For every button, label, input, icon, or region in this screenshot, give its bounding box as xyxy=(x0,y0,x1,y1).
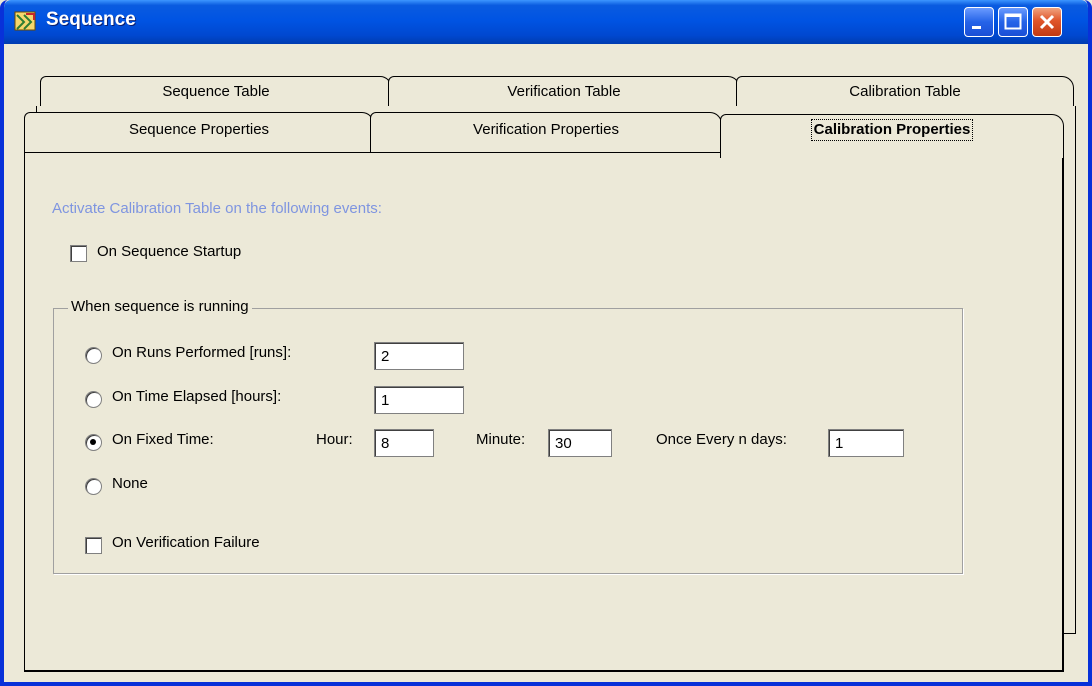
minimize-icon xyxy=(972,26,981,29)
on-verification-failure-checkbox[interactable] xyxy=(85,537,102,554)
on-fixed-time-label: On Fixed Time: xyxy=(112,431,214,448)
tab-calibration-table[interactable]: Calibration Table xyxy=(736,76,1074,108)
minute-input[interactable]: 30 xyxy=(548,429,612,457)
hour-input[interactable]: 8 xyxy=(374,429,434,457)
close-icon xyxy=(1039,14,1055,30)
on-verification-failure-label: On Verification Failure xyxy=(112,534,260,551)
tab-label: Sequence Table xyxy=(162,83,270,100)
once-every-n-days-label: Once Every n days: xyxy=(656,431,787,448)
none-label: None xyxy=(112,475,148,492)
tab-label: Sequence Properties xyxy=(128,121,270,138)
tab-label: Calibration Properties xyxy=(810,119,974,141)
on-sequence-startup-label: On Sequence Startup xyxy=(97,243,242,260)
on-time-elapsed-label: On Time Elapsed [hours]: xyxy=(112,388,282,405)
minute-label: Minute: xyxy=(476,431,526,448)
maximize-button[interactable] xyxy=(998,7,1028,37)
tab-sequence-properties[interactable]: Sequence Properties xyxy=(24,112,374,152)
tab-label: Calibration Table xyxy=(849,83,961,100)
tab-calibration-properties[interactable]: Calibration Properties xyxy=(720,114,1064,158)
tab-verification-properties[interactable]: Verification Properties xyxy=(370,112,722,152)
tab-verification-table[interactable]: Verification Table xyxy=(388,76,740,108)
tab-sequence-table[interactable]: Sequence Table xyxy=(40,76,392,108)
calibration-properties-panel: Activate Calibration Table on the follow… xyxy=(24,152,1064,672)
close-button[interactable] xyxy=(1032,7,1062,37)
none-radio[interactable] xyxy=(85,478,102,495)
when-running-groupbox: When sequence is running On Runs Perform… xyxy=(53,298,963,574)
sequence-window: Sequence Sequence Table Verification Tab… xyxy=(0,0,1092,686)
app-icon xyxy=(14,11,36,31)
hour-label: Hour: xyxy=(316,431,353,448)
on-fixed-time-radio[interactable] xyxy=(85,434,102,451)
maximize-icon xyxy=(1004,13,1022,30)
tab-label: Verification Properties xyxy=(473,121,619,138)
on-sequence-startup-checkbox[interactable] xyxy=(70,245,87,262)
time-elapsed-input[interactable]: 1 xyxy=(374,386,464,414)
title-bar[interactable]: Sequence xyxy=(4,0,1088,44)
window-title: Sequence xyxy=(46,9,136,30)
once-every-n-days-input[interactable]: 1 xyxy=(828,429,904,457)
on-runs-performed-radio[interactable] xyxy=(85,347,102,364)
on-runs-performed-label: On Runs Performed [runs]: xyxy=(112,344,292,361)
runs-performed-input[interactable]: 2 xyxy=(374,342,464,370)
tab-label: Verification Table xyxy=(507,83,621,100)
minimize-button[interactable] xyxy=(964,7,994,37)
on-time-elapsed-radio[interactable] xyxy=(85,391,102,408)
instruction-text: Activate Calibration Table on the follow… xyxy=(52,200,382,217)
group-title: When sequence is running xyxy=(68,298,252,315)
